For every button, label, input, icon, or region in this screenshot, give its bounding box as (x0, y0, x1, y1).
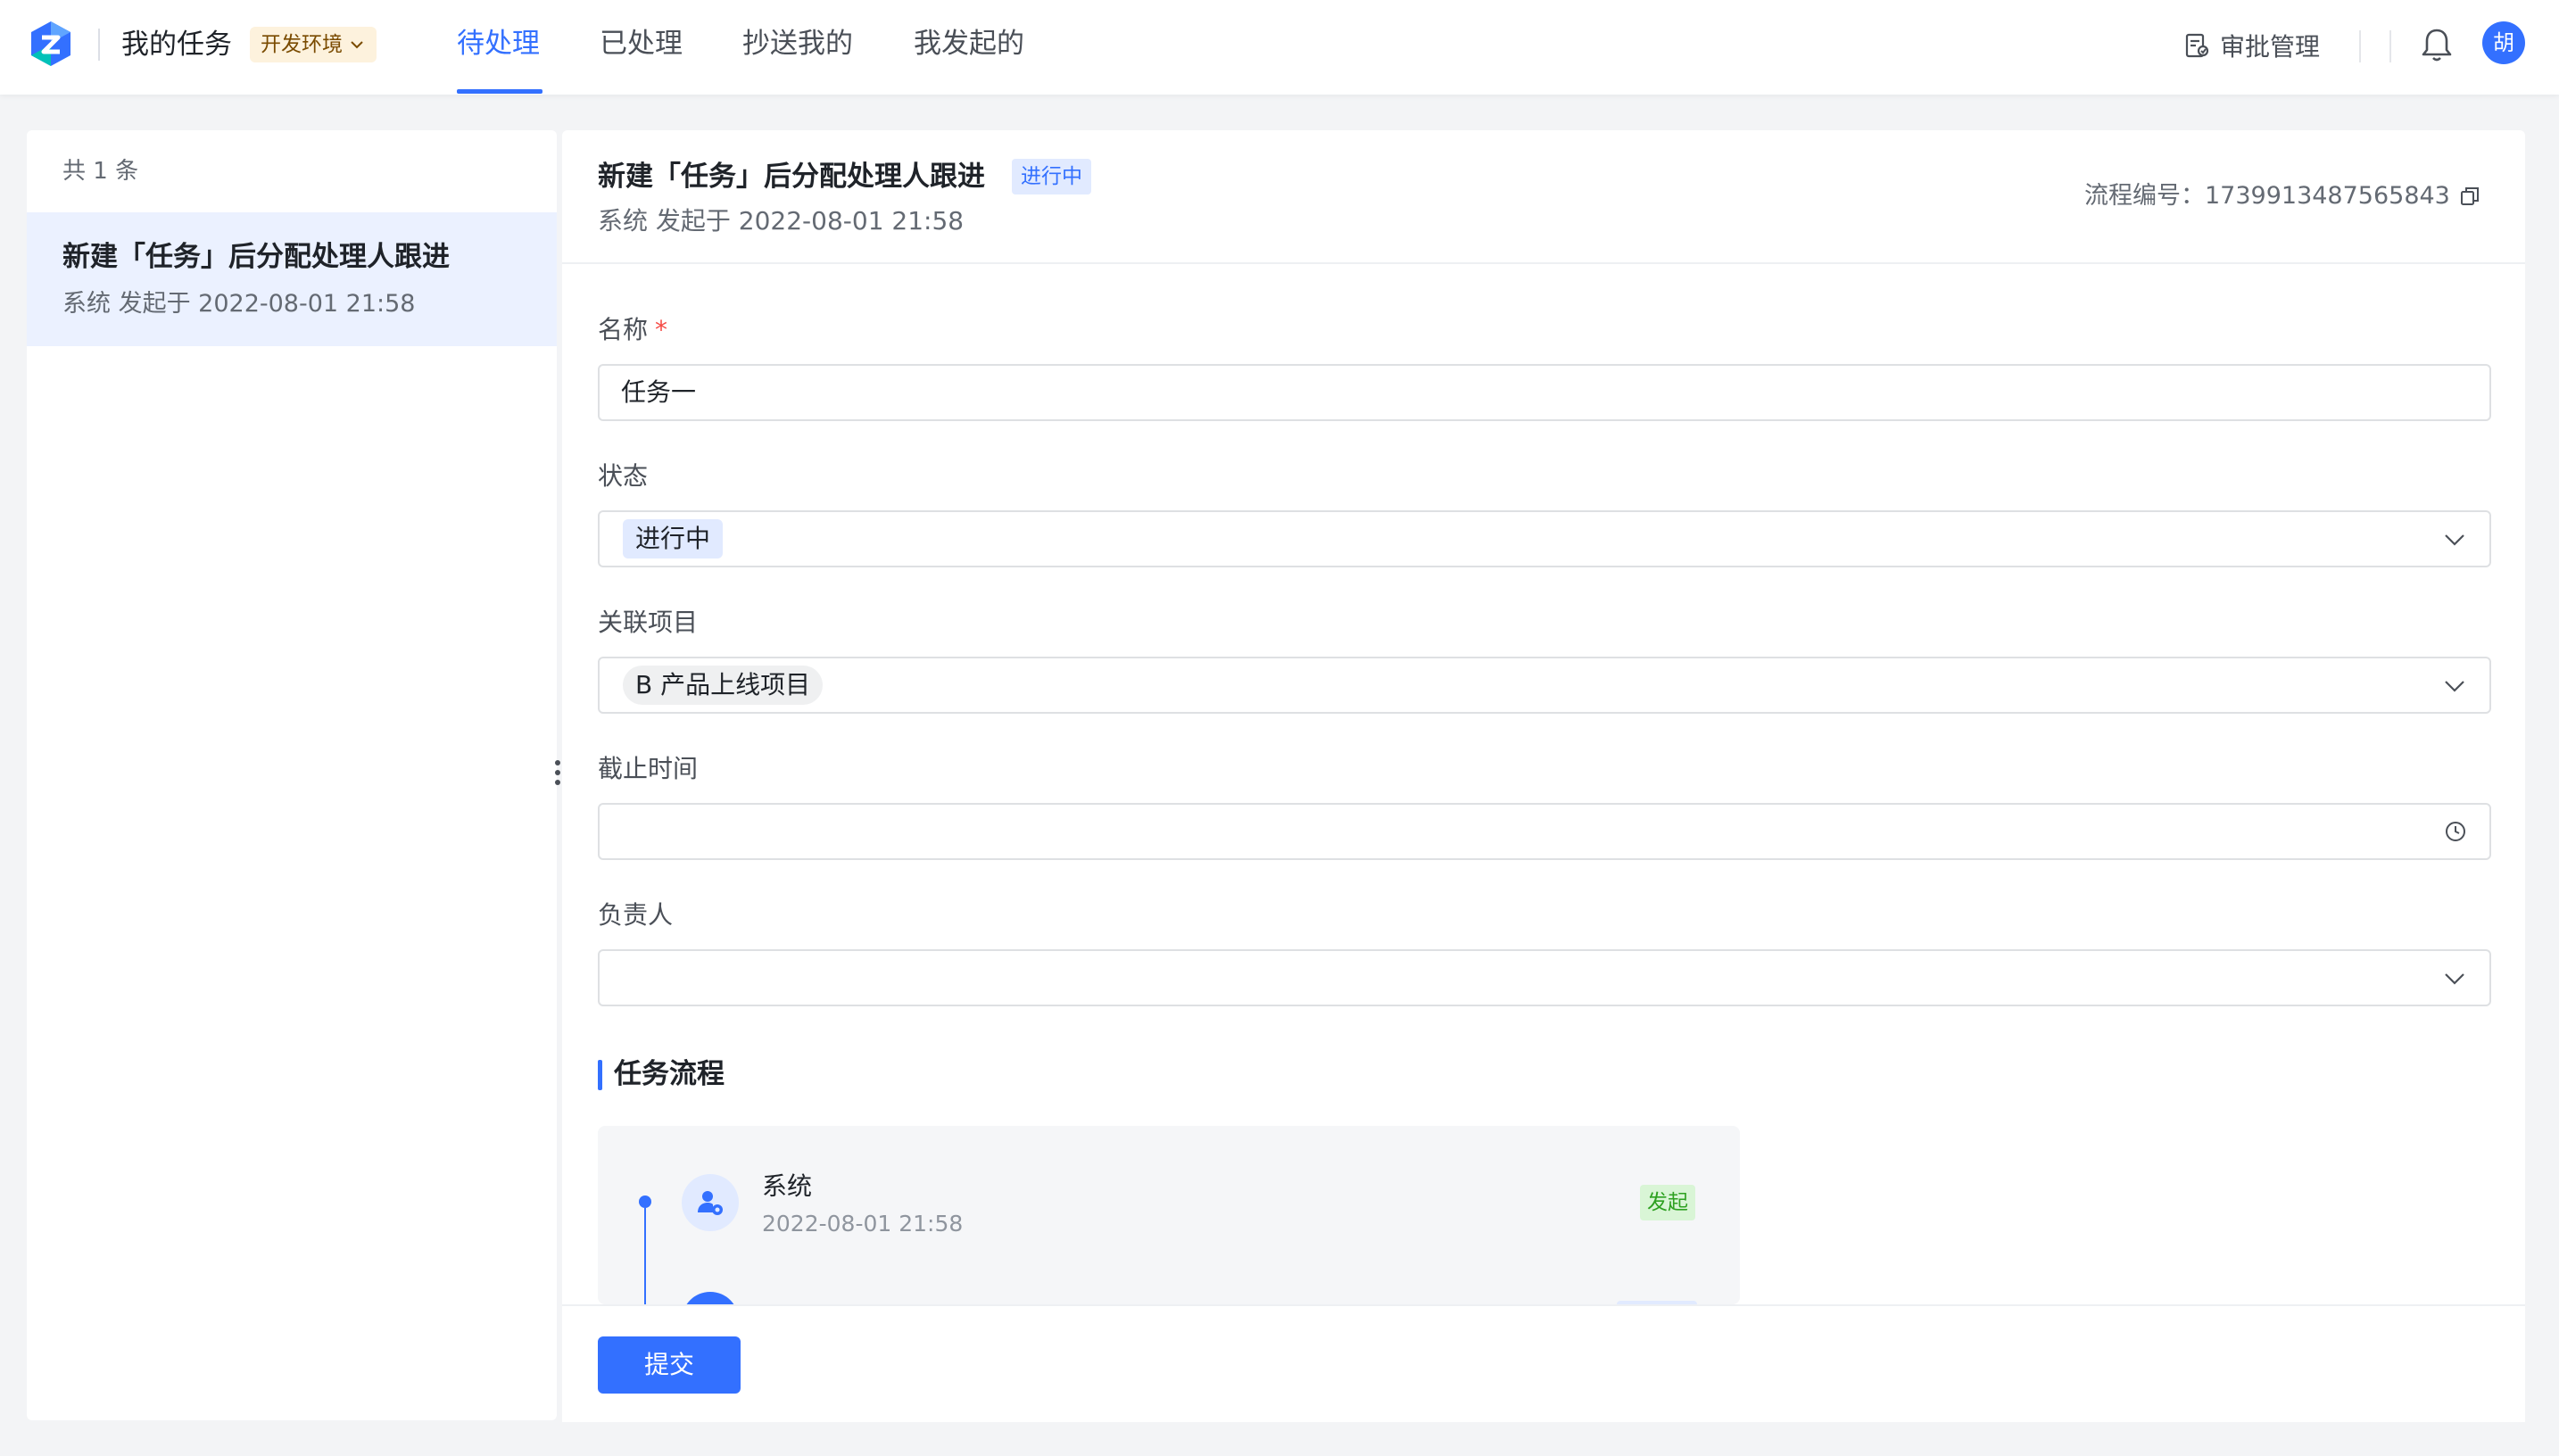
project-label: 关联项目 (598, 608, 699, 637)
top-header (0, 0, 2559, 95)
section-accent-bar (598, 1060, 602, 1090)
flow-number-value: 1739913487565843 (2205, 182, 2450, 210)
status-select-tag: 进行中 (623, 519, 724, 558)
list-item-subtitle: 系统 发起于 2022-08-01 21:58 (62, 290, 416, 318)
detail-header-divider (562, 262, 2525, 264)
header-divider (2389, 30, 2391, 62)
tab-initiated[interactable]: 我发起的 (914, 23, 1024, 64)
deadline-picker[interactable] (598, 803, 2491, 860)
tab-pending[interactable]: 待处理 (457, 23, 540, 64)
user-avatar[interactable]: 胡 (2482, 21, 2525, 64)
active-tab-indicator (457, 89, 542, 94)
status-label: 状态 (598, 461, 649, 491)
env-label: 开发环境 (261, 33, 343, 56)
approval-management-button[interactable]: 审批管理 (2182, 27, 2320, 64)
status-select[interactable]: 进行中 (598, 510, 2491, 567)
timeline-line (644, 1208, 646, 1306)
name-input[interactable]: 任务一 (598, 364, 2491, 421)
chevron-down-icon (2445, 681, 2464, 692)
project-select[interactable]: B 产品上线项目 (598, 657, 2491, 714)
clock-icon (2446, 822, 2465, 841)
list-item[interactable] (27, 212, 557, 346)
panel-resize-handle[interactable] (553, 760, 562, 792)
tab-cc-me[interactable]: 抄送我的 (742, 23, 853, 64)
env-switcher[interactable]: 开发环境 (250, 27, 377, 62)
copy-icon[interactable] (2459, 186, 2480, 207)
approval-management-label: 审批管理 (2220, 32, 2321, 62)
timeline-dot (639, 1195, 651, 1208)
submit-button[interactable]: 提交 (598, 1336, 741, 1394)
system-user-icon (682, 1174, 739, 1231)
approval-doc-icon (2185, 33, 2209, 58)
required-mark: * (655, 315, 668, 344)
header-divider (2359, 30, 2361, 62)
flow-node-name: 系统 (762, 1171, 813, 1201)
task-flow-title: 任务流程 (614, 1058, 725, 1090)
project-select-tag: B 产品上线项目 (623, 666, 824, 705)
flow-node-time: 2022-08-01 21:58 (762, 1211, 964, 1237)
header-divider (98, 29, 100, 61)
deadline-label: 截止时间 (598, 754, 699, 783)
app-logo-icon[interactable] (29, 20, 73, 70)
chevron-down-icon (2445, 973, 2464, 985)
notification-bell-icon[interactable] (2418, 25, 2455, 64)
tab-processed[interactable]: 已处理 (600, 23, 683, 64)
name-input-value: 任务一 (621, 377, 697, 407)
flow-number-label: 流程编号： (2084, 182, 2205, 210)
chevron-down-icon (351, 41, 363, 49)
owner-label: 负责人 (598, 900, 674, 930)
flow-node-tag: 发起 (1640, 1185, 1695, 1220)
name-label: 名称 * (598, 315, 668, 344)
status-badge: 进行中 (1012, 159, 1091, 194)
detail-subtitle: 系统 发起于 2022-08-01 21:58 (598, 206, 965, 236)
flow-number: 流程编号：1739913487565843 (2084, 178, 2480, 214)
app-title: 我的任务 (121, 29, 232, 61)
chevron-down-icon (2445, 534, 2464, 546)
list-count: 共 1 条 (62, 158, 139, 185)
list-item-title: 新建「任务」后分配处理人跟进 (62, 241, 450, 273)
owner-select[interactable] (598, 949, 2491, 1006)
detail-footer (562, 1304, 2525, 1422)
detail-title: 新建「任务」后分配处理人跟进 (598, 161, 985, 193)
